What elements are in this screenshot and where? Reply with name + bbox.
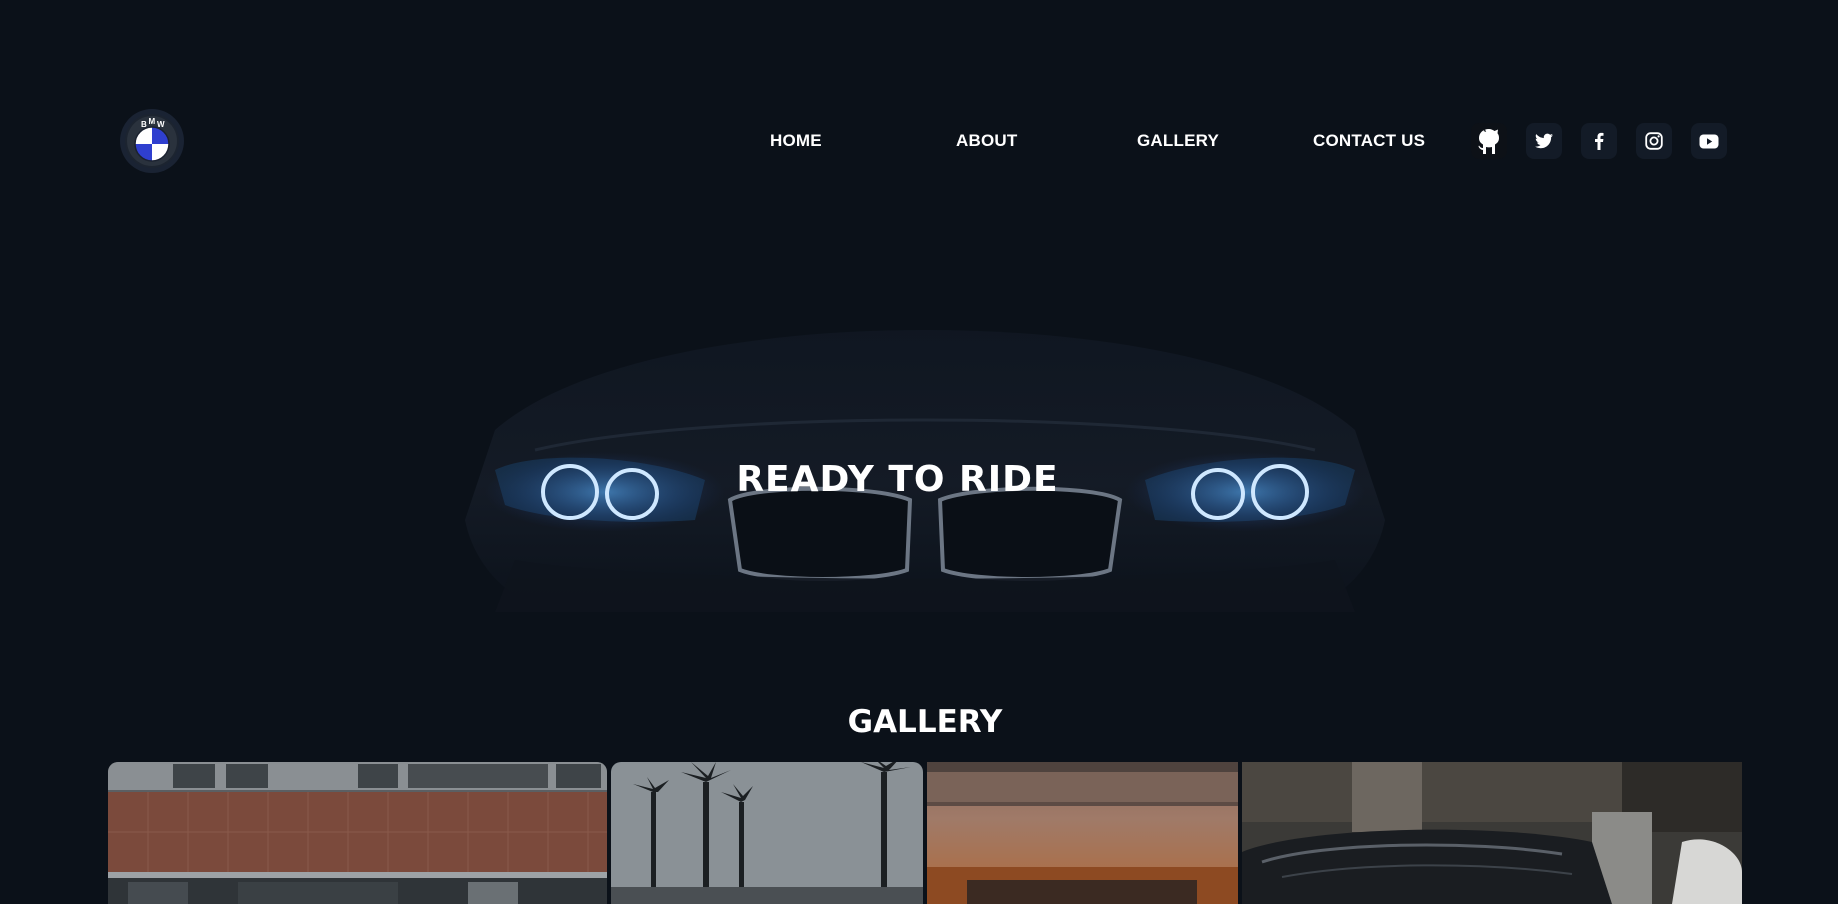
orange-wall-image	[927, 762, 1238, 904]
nav-link-contact-us[interactable]: CONTACT US	[1313, 131, 1425, 151]
hero-section: READY TO RIDE	[0, 300, 1838, 620]
nav-link-home[interactable]: HOME	[770, 131, 822, 151]
instagram-button[interactable]	[1636, 123, 1672, 159]
gallery-image-orange-wall[interactable]	[927, 762, 1238, 904]
hero-title: READY TO RIDE	[736, 459, 1059, 501]
palm-trees-image	[611, 762, 923, 904]
building-facade-image	[108, 762, 607, 904]
logo-letter-m: M	[149, 117, 156, 126]
github-button[interactable]	[1471, 123, 1507, 159]
twitter-button[interactable]	[1526, 123, 1562, 159]
site-header: B M W HOME ABOUT GALLERY CONTACT US	[0, 0, 1838, 200]
car-roof-image	[1242, 762, 1742, 904]
nav-link-about[interactable]: ABOUT	[956, 131, 1017, 151]
gallery-grid	[108, 762, 1742, 904]
gallery-image-building[interactable]	[108, 762, 607, 904]
instagram-icon	[1645, 132, 1663, 150]
youtube-button[interactable]	[1691, 123, 1727, 159]
facebook-button[interactable]	[1581, 123, 1617, 159]
gallery-title: GALLERY	[847, 703, 1003, 740]
facebook-icon	[1595, 132, 1604, 150]
nav-link-gallery[interactable]: GALLERY	[1137, 131, 1219, 151]
gallery-image-car-roof[interactable]	[1242, 762, 1742, 904]
github-icon	[1478, 129, 1499, 154]
gallery-image-palms[interactable]	[611, 762, 923, 904]
youtube-icon	[1699, 134, 1719, 148]
twitter-icon	[1535, 133, 1553, 149]
main-nav: HOME ABOUT GALLERY CONTACT US	[0, 131, 1838, 155]
